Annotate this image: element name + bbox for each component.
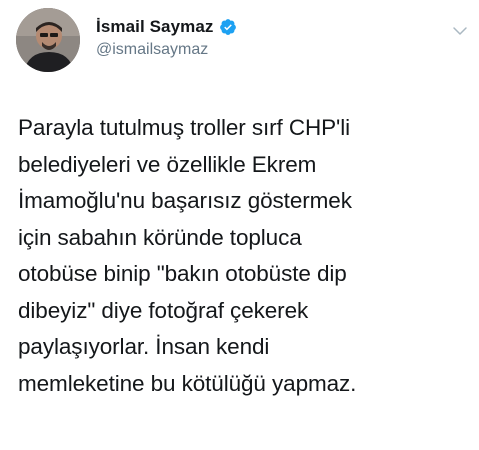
author-display-name[interactable]: İsmail Saymaz (96, 17, 214, 37)
verified-badge-icon (219, 19, 236, 35)
author-name-row: İsmail Saymaz (96, 16, 237, 38)
chevron-down-icon[interactable] (451, 22, 469, 40)
tweet-card: İsmail Saymaz @ismailsaymaz Parayla tutu… (0, 0, 479, 450)
profile-photo (16, 8, 80, 72)
author-handle[interactable]: @ismailsaymaz (96, 41, 237, 59)
tweet-text: Parayla tutulmuş troller sırf CHP'li bel… (18, 115, 357, 396)
author-info: İsmail Saymaz @ismailsaymaz (96, 16, 237, 59)
author-avatar[interactable] (16, 8, 80, 72)
